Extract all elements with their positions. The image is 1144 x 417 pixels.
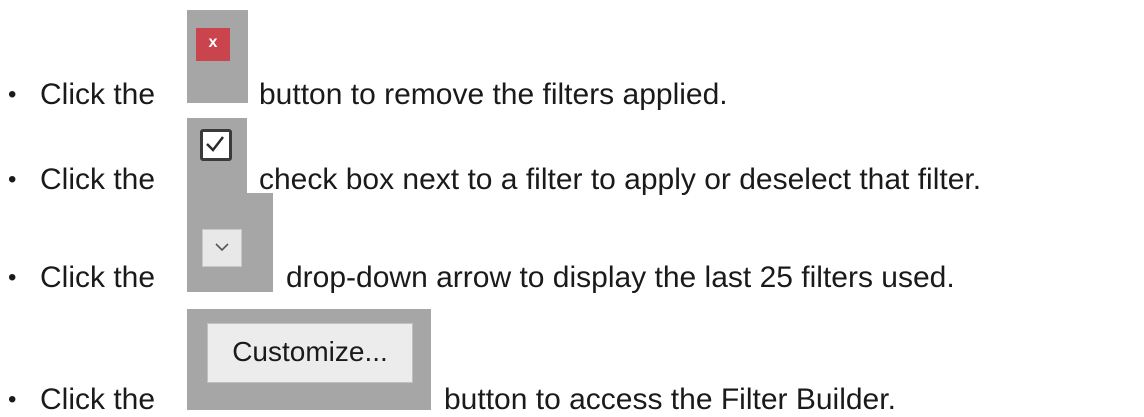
instruction-suffix: drop-down arrow to display the last 25 f… (286, 261, 955, 294)
instruction-prefix: Click the (40, 78, 156, 111)
bullet: • (8, 166, 17, 193)
bullet: • (8, 264, 17, 291)
checkbox-checked-icon (206, 136, 224, 152)
remove-filters-button[interactable]: x (196, 28, 230, 61)
filter-check-box[interactable] (200, 129, 232, 161)
customize-tile: Customize... (187, 309, 431, 410)
recent-filters-tile (187, 193, 273, 292)
instruction-suffix: check box next to a filter to apply or d… (259, 163, 982, 196)
chevron-down-icon (215, 243, 229, 252)
filter-check-box-tile (187, 118, 247, 194)
recent-filters-dropdown[interactable] (202, 229, 242, 267)
instruction-suffix: button to remove the filters applied. (259, 78, 728, 111)
instruction-prefix: Click the (40, 163, 156, 196)
instruction-prefix: Click the (40, 261, 156, 294)
customize-button[interactable]: Customize... (207, 323, 413, 383)
remove-filters-tile: x (187, 10, 248, 103)
close-icon: x (208, 34, 218, 51)
bullet: • (8, 81, 17, 108)
